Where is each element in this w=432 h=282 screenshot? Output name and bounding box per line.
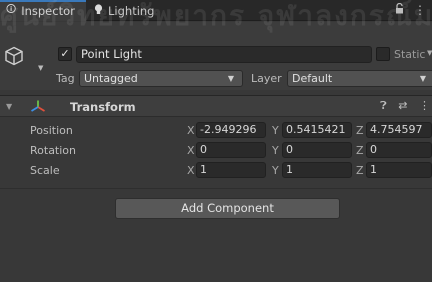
rotation-row: Rotation X 0 Y 0 Z 0 <box>0 142 432 159</box>
scale-z-field[interactable]: 1 <box>366 162 432 178</box>
tag-label: Tag <box>56 72 75 85</box>
kebab-menu-icon[interactable]: ⋮ <box>419 99 430 112</box>
axis-y-label[interactable]: Y <box>272 124 279 137</box>
chevron-down-icon: ▼ <box>227 74 234 83</box>
static-label: Static <box>394 48 426 61</box>
active-checkbox[interactable]: ✓ <box>58 47 72 61</box>
axis-x-label[interactable]: X <box>187 144 195 157</box>
add-component-button[interactable]: Add Component <box>115 198 340 219</box>
tag-value: Untagged <box>84 72 138 85</box>
rotation-z-field[interactable]: 0 <box>366 142 432 158</box>
transform-header[interactable]: ▼ Transform ❓︎ ⇄ ⋮ <box>0 96 432 117</box>
cube-icon[interactable] <box>4 46 24 66</box>
scale-row: Scale X 1 Y 1 Z 1 <box>0 162 432 179</box>
axis-x-label[interactable]: X <box>187 164 195 177</box>
position-z-field[interactable]: 4.754597 <box>366 122 432 138</box>
scale-x-field[interactable]: 1 <box>196 162 266 178</box>
layer-select[interactable]: Default ▼ <box>287 70 432 87</box>
transform-icon <box>31 100 45 112</box>
lock-icon[interactable] <box>395 2 408 17</box>
info-icon: 🛈 <box>6 4 17 15</box>
axis-z-label[interactable]: Z <box>356 164 364 177</box>
component-actions: ❓︎ ⇄ ⋮ <box>372 99 430 113</box>
rotation-y-field[interactable]: 0 <box>282 142 352 158</box>
axis-x-label[interactable]: X <box>187 124 195 137</box>
layer-value: Default <box>292 72 333 85</box>
axis-y-label[interactable]: Y <box>272 144 279 157</box>
tab-bar: 🛈 Inspector Lighting ⋮ <box>0 0 432 21</box>
position-y-field[interactable]: 0.5415421 <box>282 122 352 138</box>
axis-z-label[interactable]: Z <box>356 144 364 157</box>
name-field[interactable]: Point Light <box>76 46 372 63</box>
axis-y-label[interactable]: Y <box>272 164 279 177</box>
rotation-label: Rotation <box>30 144 77 157</box>
scale-label: Scale <box>30 164 60 177</box>
icon-dropdown-caret[interactable]: ▼ <box>38 64 43 72</box>
tab-inspector[interactable]: 🛈 Inspector <box>0 0 86 21</box>
foldout-arrow-icon[interactable]: ▼ <box>6 102 12 111</box>
axis-z-label[interactable]: Z <box>356 124 364 137</box>
static-dropdown-icon[interactable]: ▼ <box>427 49 432 57</box>
position-label: Position <box>30 124 73 137</box>
chevron-down-icon: ▼ <box>419 74 426 83</box>
rotation-x-field[interactable]: 0 <box>196 142 266 158</box>
tab-lighting[interactable]: Lighting <box>90 0 154 21</box>
tab-lighting-label: Lighting <box>108 3 155 18</box>
gameobject-header: ▼ ✓ Point Light Static ▼ Tag Untagged ▼ … <box>0 22 432 90</box>
divider <box>0 188 432 189</box>
tag-select[interactable]: Untagged ▼ <box>79 70 243 87</box>
static-checkbox[interactable] <box>376 47 390 61</box>
position-x-field[interactable]: -2.949296 <box>196 122 266 138</box>
tab-inspector-label: Inspector <box>21 3 75 18</box>
kebab-menu-icon[interactable]: ⋮ <box>414 3 426 17</box>
lightbulb-icon <box>94 3 103 18</box>
tabbar-actions: ⋮ <box>389 2 426 17</box>
scale-y-field[interactable]: 1 <box>282 162 352 178</box>
help-icon[interactable]: ❓︎ <box>380 99 387 112</box>
component-title: Transform <box>70 100 136 114</box>
presets-icon[interactable]: ⇄ <box>398 99 407 112</box>
layer-label: Layer <box>251 72 282 85</box>
position-row: Position X -2.949296 Y 0.5415421 Z 4.754… <box>0 122 432 139</box>
